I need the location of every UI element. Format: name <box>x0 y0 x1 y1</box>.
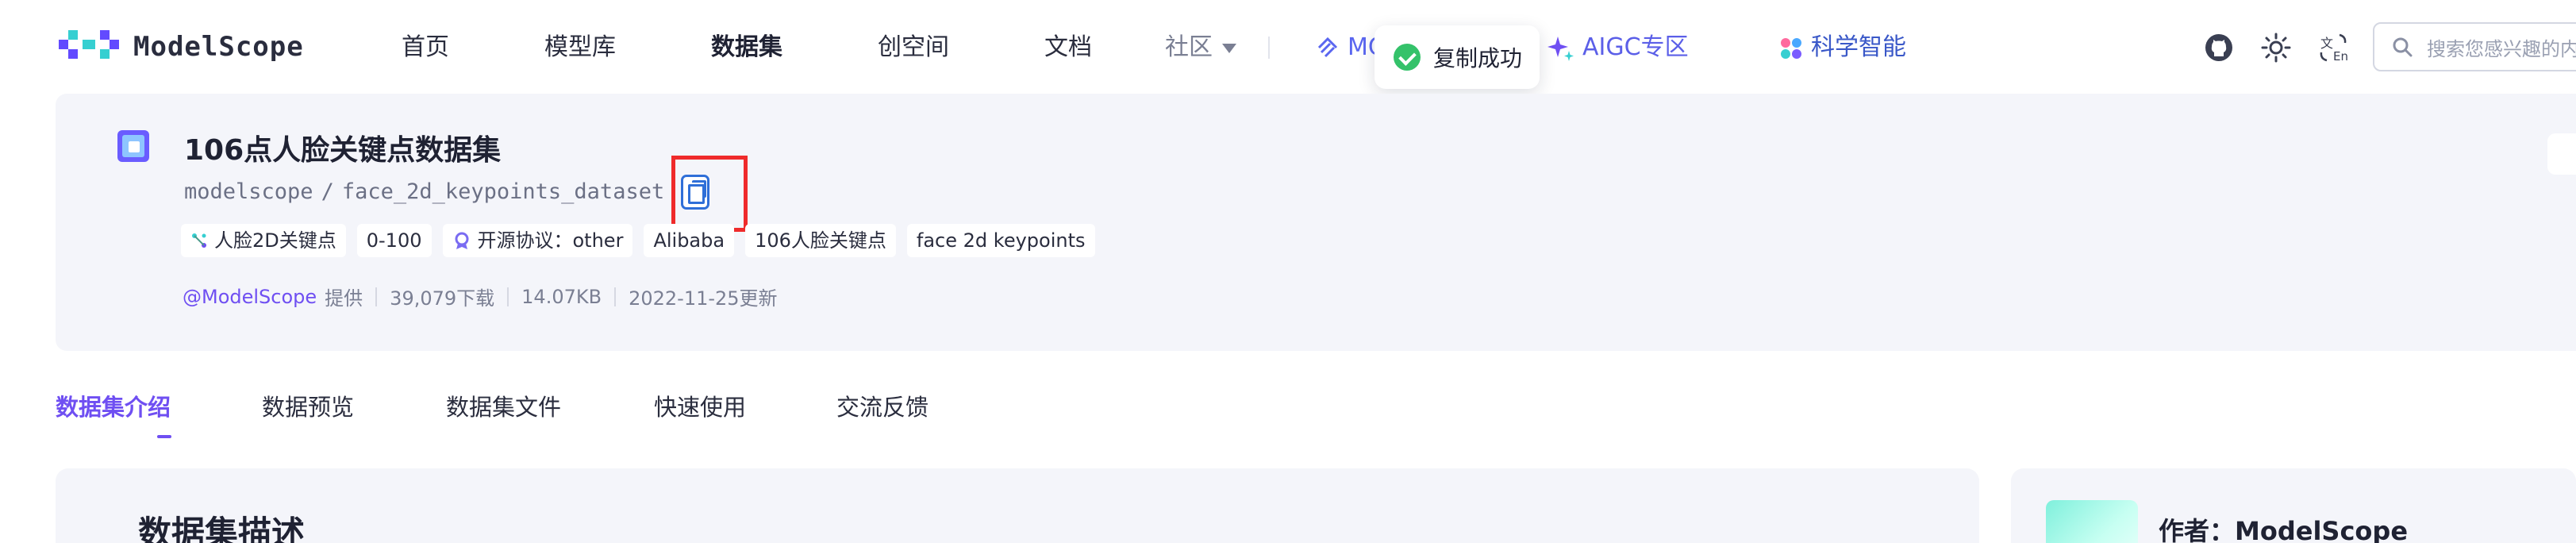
nav-aigc-label: AIGC专区 <box>1582 33 1689 61</box>
click-highlight-box <box>671 156 748 232</box>
tag-license[interactable]: 开源协议：other <box>442 224 633 257</box>
top-nav: ModelScope 首页 模型库 数据集 创空间 文档 社区 MC AIGC专… <box>0 0 2576 92</box>
nav-science[interactable]: 科学智能 <box>1779 30 1906 65</box>
nav-community[interactable]: 社区 <box>1165 30 1236 65</box>
dataset-icon <box>117 130 149 162</box>
tab-files[interactable]: 数据集文件 <box>446 389 561 422</box>
tag-label: 人脸2D关键点 <box>214 229 336 252</box>
svg-text:En: En <box>2333 49 2348 64</box>
tag-keyword-en[interactable]: face 2d keypoints <box>906 224 1095 257</box>
search-input[interactable]: 搜索您感兴趣的内 <box>2373 22 2576 71</box>
nav-datasets[interactable]: 数据集 <box>711 30 782 65</box>
tag-keyword[interactable]: 106人脸关键点 <box>745 224 896 257</box>
provided-label: 提供 <box>325 287 363 310</box>
description-panel: 数据集描述 <box>56 468 1979 543</box>
tab-feedback[interactable]: 交流反馈 <box>836 389 929 422</box>
sun-icon[interactable] <box>2260 32 2292 64</box>
download-count: 39,079下载 <box>390 287 495 310</box>
toast-message: 复制成功 <box>1433 45 1523 71</box>
meta-divider <box>614 287 617 306</box>
dataset-meta: @ModelScope 提供 39,079下载 14.07KB 2022-11-… <box>183 283 778 310</box>
copy-success-toast: 复制成功 <box>1375 25 1540 89</box>
brand-logo[interactable]: ModelScope <box>59 29 304 65</box>
active-tab-indicator <box>157 435 171 438</box>
tag-size-range[interactable]: 0-100 <box>356 224 432 257</box>
updated-date: 2022-11-25更新 <box>629 287 778 310</box>
science-icon <box>1781 37 1801 59</box>
check-circle-icon <box>1394 44 1421 71</box>
tab-intro[interactable]: 数据集介绍 <box>56 389 171 422</box>
side-action-button[interactable] <box>2547 133 2576 175</box>
sparkle-icon <box>1548 36 1574 61</box>
dataset-name: face_2d_keypoints_dataset <box>341 179 665 204</box>
tag-label: 0-100 <box>366 229 422 252</box>
tag-org[interactable]: Alibaba <box>644 224 735 257</box>
license-icon <box>455 232 468 249</box>
brand-name: ModelScope <box>133 31 304 63</box>
tag-label: face 2d keypoints <box>916 229 1086 252</box>
tab-quickstart[interactable]: 快速使用 <box>654 389 746 422</box>
svg-text:文: 文 <box>2320 36 2333 51</box>
provider-link[interactable]: @ModelScope <box>183 286 317 308</box>
author-panel: 作者：ModelScope <box>2011 468 2576 543</box>
modelscope-logo-icon <box>59 30 119 59</box>
github-icon[interactable] <box>2203 32 2235 64</box>
nav-aigc[interactable]: AIGC专区 <box>1548 30 1689 65</box>
meta-divider <box>375 287 378 306</box>
mcp-icon <box>1317 37 1338 57</box>
chevron-down-icon <box>1222 43 1236 53</box>
nav-divider <box>1268 37 1270 59</box>
section-title: 数据集描述 <box>138 514 306 543</box>
nav-home[interactable]: 首页 <box>402 30 449 65</box>
author-name: 作者：ModelScope <box>2159 516 2409 543</box>
search-icon <box>2393 37 2413 57</box>
dataset-path: modelscope / face_2d_keypoints_dataset <box>184 179 664 204</box>
author-avatar <box>2046 500 2138 543</box>
path-separator: / <box>321 179 334 204</box>
tag-task[interactable]: 人脸2D关键点 <box>181 224 346 257</box>
dataset-title: 106点人脸关键点数据集 <box>184 134 502 167</box>
nav-docs[interactable]: 文档 <box>1044 30 1092 65</box>
tab-preview[interactable]: 数据预览 <box>262 389 354 422</box>
language-switch-icon[interactable]: 文 En <box>2317 32 2349 64</box>
dataset-tags: 人脸2D关键点 0-100 开源协议：other Alibaba 106人脸关键… <box>181 224 1095 257</box>
nav-studios[interactable]: 创空间 <box>878 30 949 65</box>
meta-divider <box>507 287 509 306</box>
tag-label: 开源协议：other <box>477 229 624 252</box>
nav-science-label: 科学智能 <box>1811 33 1906 61</box>
tag-label: 106人脸关键点 <box>755 229 886 252</box>
tag-label: Alibaba <box>653 229 725 252</box>
nav-models[interactable]: 模型库 <box>544 30 616 65</box>
keypoint-icon <box>192 233 206 248</box>
dataset-size: 14.07KB <box>521 285 602 308</box>
search-placeholder: 搜索您感兴趣的内 <box>2427 37 2576 60</box>
nav-community-label: 社区 <box>1165 33 1213 61</box>
dataset-owner[interactable]: modelscope <box>184 179 313 204</box>
